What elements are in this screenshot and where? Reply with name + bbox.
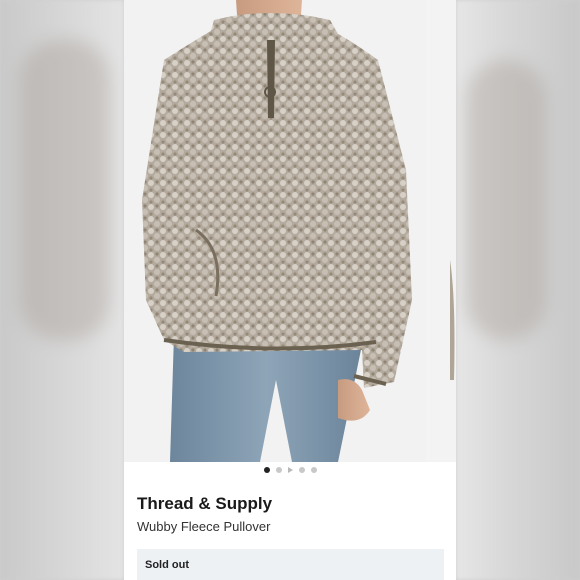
video-play-icon[interactable] — [287, 467, 293, 473]
product-page: Thread & Supply Wubby Fleece Pullover So… — [124, 0, 456, 580]
model-wearing-fleece-pullover — [124, 0, 426, 462]
carousel-dot-1[interactable] — [263, 467, 270, 473]
background-blur-left — [0, 0, 124, 580]
carousel-dot-2[interactable] — [275, 467, 282, 473]
product-title: Wubby Fleece Pullover — [137, 519, 271, 534]
carousel-dot-5[interactable] — [310, 467, 317, 473]
next-product-image-peek[interactable] — [430, 0, 456, 462]
carousel-pagination — [124, 467, 456, 473]
carousel-dot-4[interactable] — [298, 467, 305, 473]
product-image[interactable] — [124, 0, 426, 462]
background-blur-right — [456, 0, 580, 580]
next-image-preview — [430, 0, 456, 462]
brand-name[interactable]: Thread & Supply — [137, 494, 272, 514]
sold-out-status: Sold out — [137, 549, 444, 580]
product-image-carousel[interactable] — [124, 0, 456, 462]
